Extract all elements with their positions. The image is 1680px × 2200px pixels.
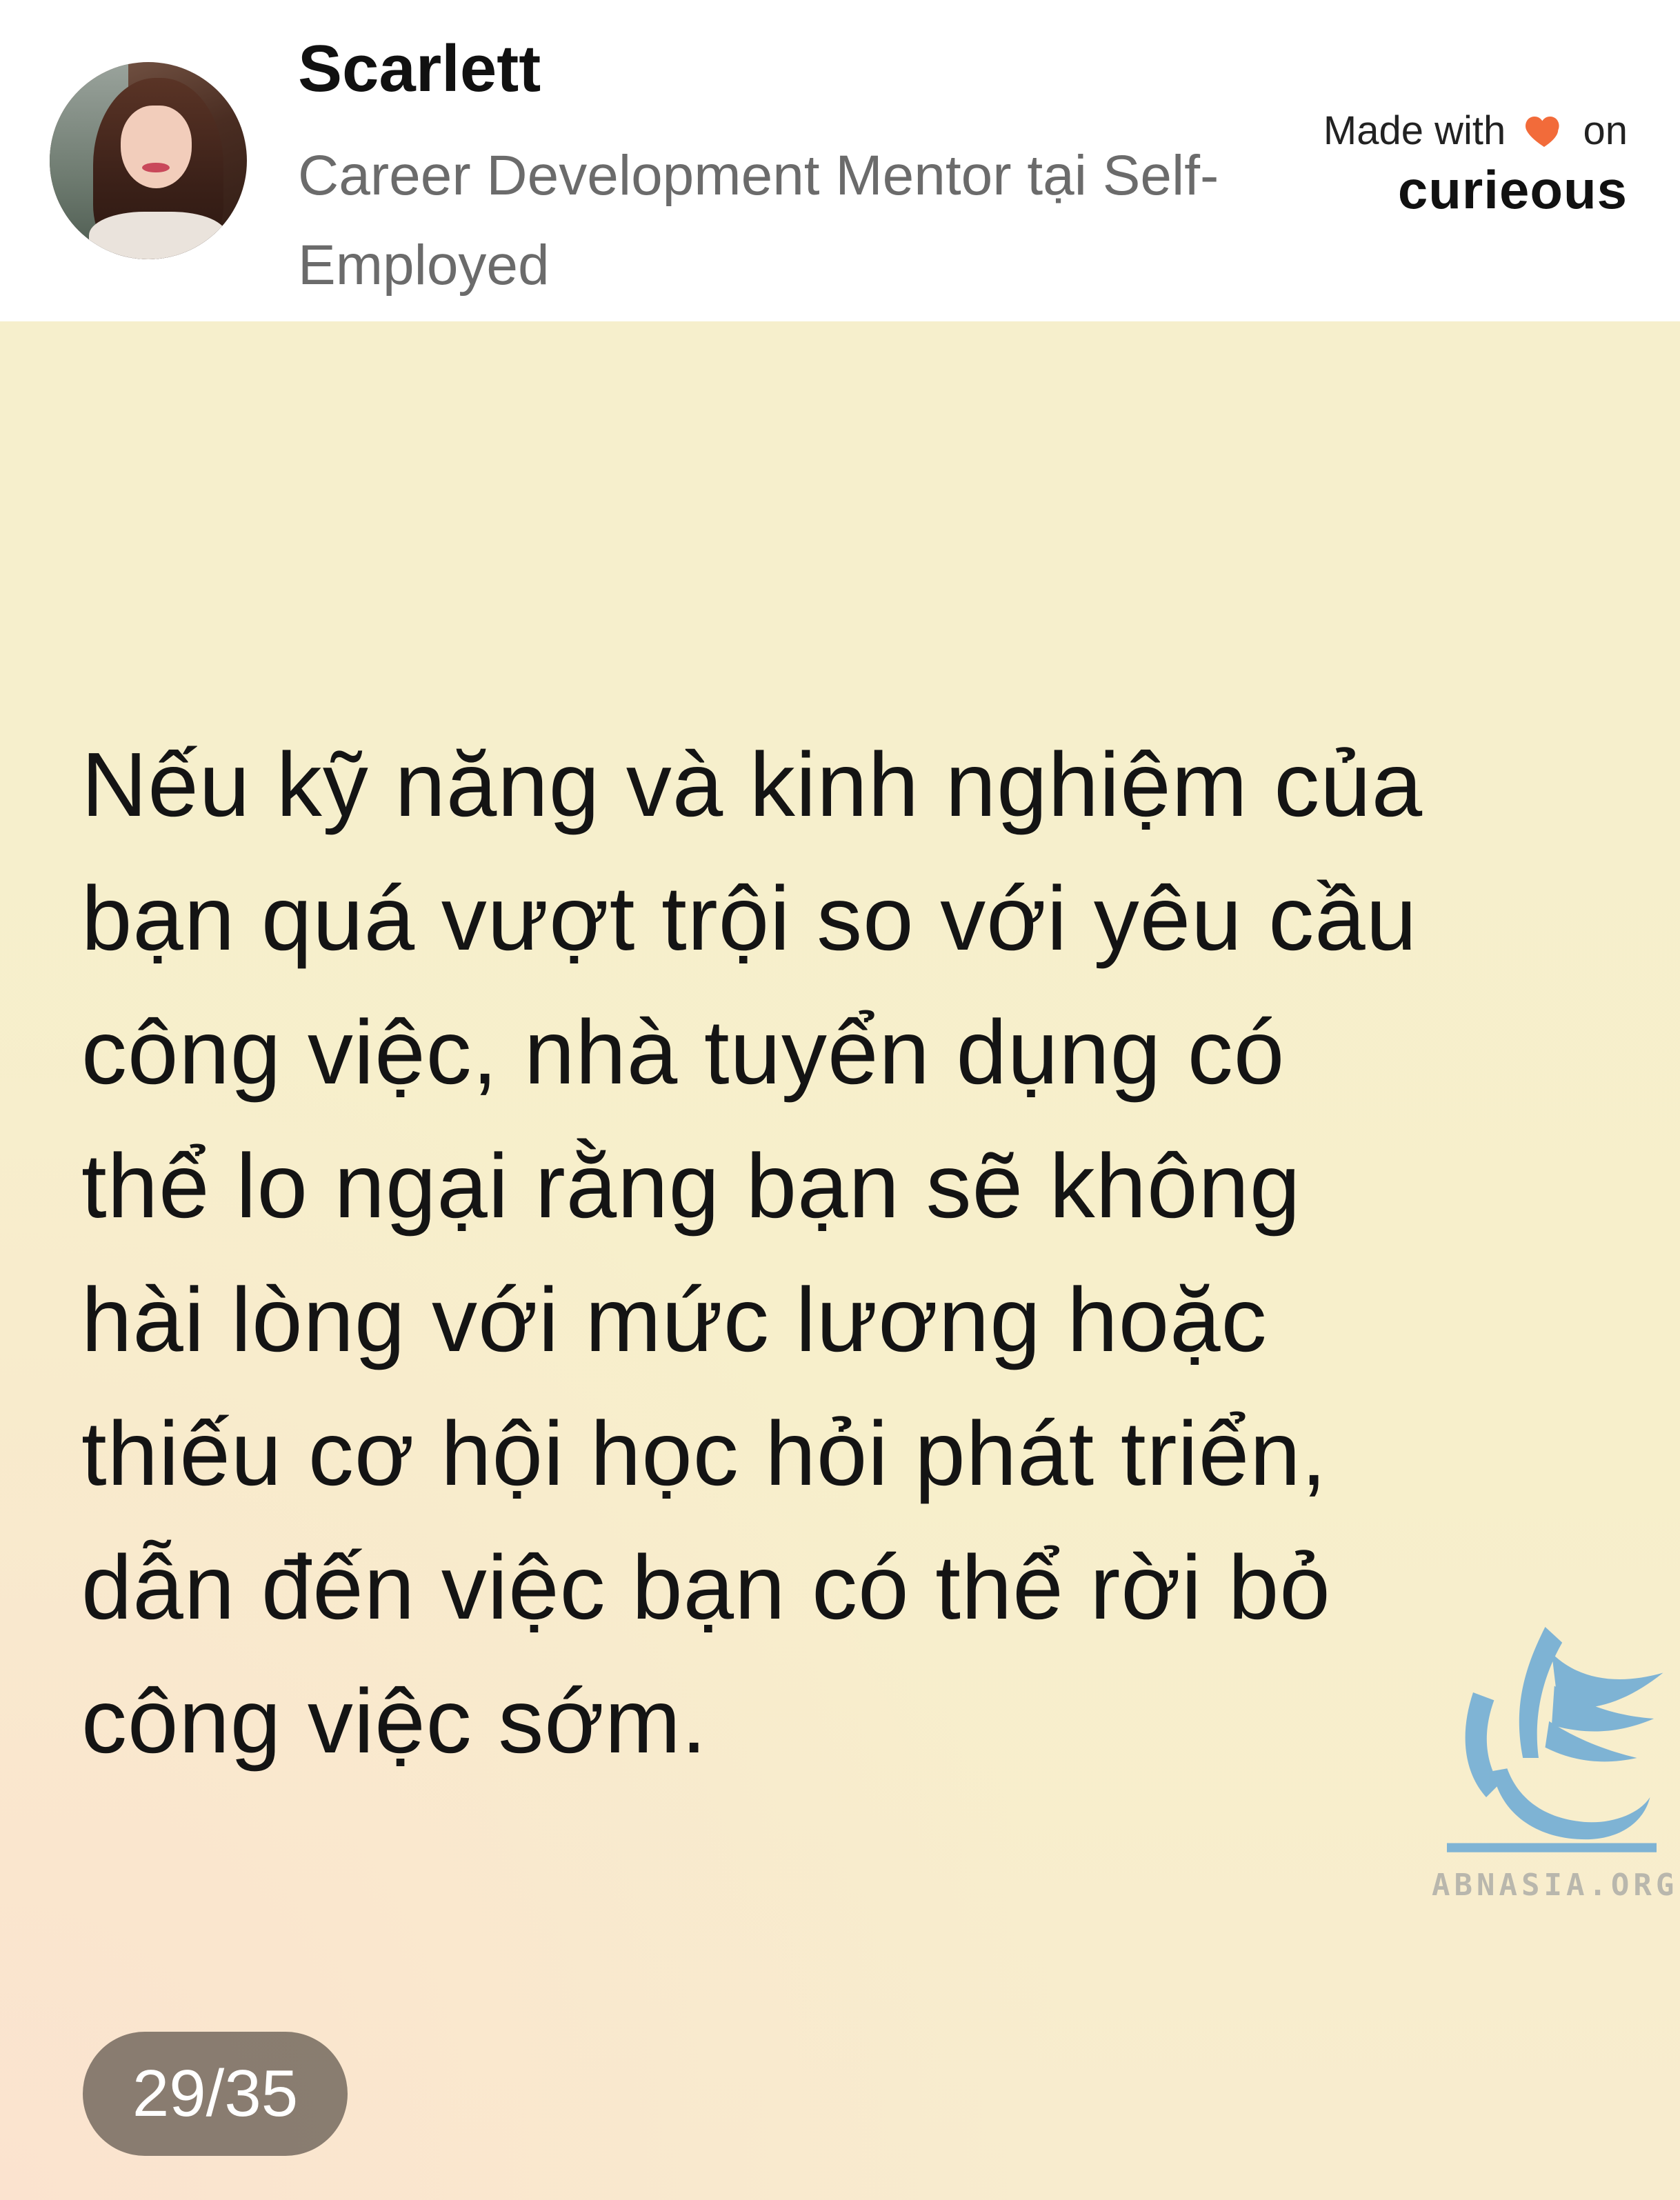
on-label: on	[1583, 108, 1628, 153]
quote-line: thể lo ngại rằng bạn sẽ không	[81, 1135, 1301, 1237]
page-counter-badge: 29/35	[83, 2032, 348, 2156]
post-header: Scarlett Career Development Mentor tại S…	[0, 0, 1680, 321]
made-with-label: Made with	[1323, 108, 1506, 153]
griffin-logo-icon	[1447, 1627, 1663, 1852]
avatar[interactable]	[50, 62, 247, 259]
curieous-logo: curieous	[1397, 159, 1628, 220]
quote-line: bạn quá vượt trội so với yêu cầu	[81, 868, 1418, 969]
post-page: Scarlett Career Development Mentor tại S…	[0, 0, 1680, 2200]
made-with-curieous-badge[interactable]: Made with on curieous	[1297, 103, 1628, 221]
quote-line: hài lòng với mức lương hoặc	[81, 1269, 1268, 1370]
quote-line: công việc, nhà tuyển dụng có	[81, 1001, 1286, 1103]
watermark-text: ABNASIA.ORG	[1432, 1868, 1679, 1903]
quote-line: Nếu kỹ năng và kinh nghiệm của	[81, 734, 1423, 835]
quote-line: dẫn đến việc bạn có thể rời bỏ	[81, 1537, 1331, 1638]
author-headline: Career Development Mentor tại Self-Emplo…	[298, 144, 1219, 297]
author-name[interactable]: Scarlett	[298, 28, 541, 110]
quote-line: thiếu cơ hội học hỏi phát triển,	[81, 1403, 1328, 1504]
quote-text: Nếu kỹ năng và kinh nghiệm của bạn quá v…	[81, 718, 1599, 1788]
quote-line: công việc sớm.	[81, 1670, 708, 1772]
heart-icon	[1526, 117, 1559, 147]
made-with-line: Made with on	[1297, 103, 1628, 159]
quote-card: Nếu kỹ năng và kinh nghiệm của bạn quá v…	[0, 321, 1680, 2200]
